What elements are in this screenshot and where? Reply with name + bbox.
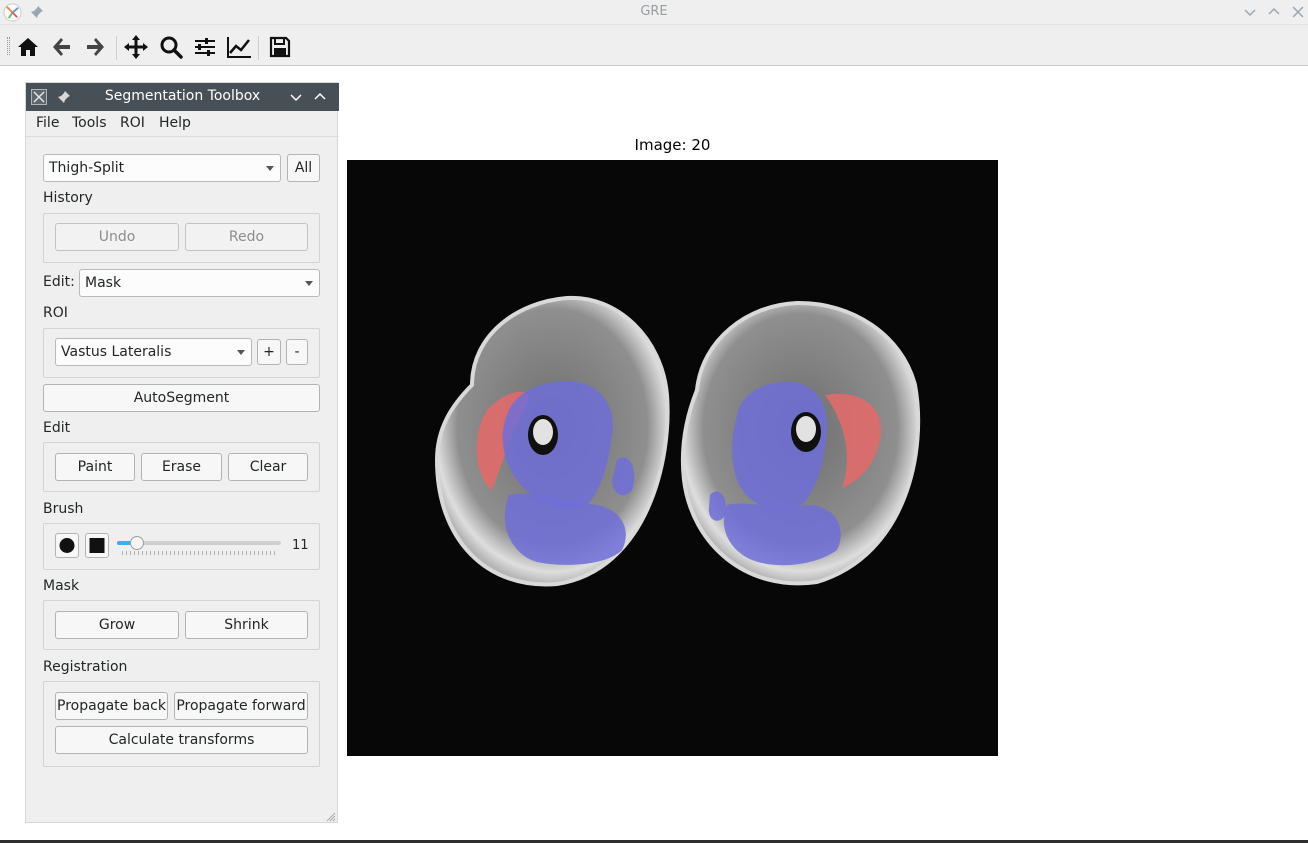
close-icon[interactable] bbox=[1290, 4, 1306, 20]
navigation-toolbar bbox=[0, 25, 1308, 66]
forward-icon[interactable] bbox=[82, 34, 108, 60]
shrink-button[interactable]: Shrink bbox=[185, 611, 308, 639]
brush-label: Brush bbox=[43, 501, 84, 517]
chevron-down-icon bbox=[237, 350, 245, 355]
window-titlebar: GRE bbox=[0, 0, 1308, 25]
chevron-down-icon bbox=[266, 166, 274, 171]
chevron-down-icon bbox=[305, 281, 313, 286]
brush-size-slider-handle[interactable] bbox=[130, 536, 144, 550]
brush-size-slider-ticks bbox=[122, 551, 278, 555]
menu-help[interactable]: Help bbox=[159, 115, 191, 131]
erase-button[interactable]: Erase bbox=[141, 453, 222, 481]
mask-label: Mask bbox=[43, 578, 80, 594]
menu-tools[interactable]: Tools bbox=[72, 115, 107, 131]
dock-header[interactable]: Segmentation Toolbox bbox=[26, 83, 339, 111]
edit-mode-value: Mask bbox=[85, 275, 122, 291]
menu-file[interactable]: File bbox=[36, 115, 59, 131]
brush-size-value: 11 bbox=[292, 538, 309, 553]
class-select-value: Thigh-Split bbox=[49, 160, 125, 176]
round-brush-button[interactable] bbox=[55, 533, 79, 558]
circle-brush-icon bbox=[59, 538, 75, 553]
menu-roi[interactable]: ROI bbox=[120, 115, 145, 131]
add-roi-button[interactable]: + bbox=[257, 339, 281, 365]
mri-image-canvas[interactable] bbox=[347, 160, 998, 756]
minimize-icon[interactable] bbox=[1242, 4, 1258, 20]
zoom-icon[interactable] bbox=[158, 34, 184, 60]
history-label: History bbox=[43, 190, 93, 206]
right-thigh-section bbox=[680, 300, 921, 586]
toolbar-separator bbox=[258, 36, 259, 60]
roi-select[interactable]: Vastus Lateralis bbox=[55, 338, 252, 366]
roi-label: ROI bbox=[43, 305, 68, 321]
square-brush-icon bbox=[89, 538, 105, 553]
dock-collapse-icon[interactable] bbox=[288, 89, 304, 105]
window-title: GRE bbox=[640, 4, 668, 19]
edit-mode-label: Edit: bbox=[43, 274, 75, 290]
paint-button[interactable]: Paint bbox=[55, 453, 135, 481]
clear-button[interactable]: Clear bbox=[228, 453, 308, 481]
square-brush-button[interactable] bbox=[85, 533, 109, 558]
all-button[interactable]: All bbox=[287, 154, 320, 182]
propagate-forward-button[interactable]: Propagate forward bbox=[174, 692, 308, 720]
resize-grip-icon[interactable] bbox=[326, 812, 336, 822]
save-icon[interactable] bbox=[267, 34, 293, 60]
back-icon[interactable] bbox=[49, 34, 75, 60]
toolbar-grip[interactable] bbox=[7, 37, 10, 55]
propagate-back-button[interactable]: Propagate back bbox=[55, 692, 168, 720]
segmentation-toolbox-dock: Segmentation Toolbox File Tools ROI Help… bbox=[25, 82, 339, 823]
home-icon[interactable] bbox=[15, 34, 41, 60]
maximize-icon[interactable] bbox=[1266, 4, 1282, 20]
subplots-icon[interactable] bbox=[192, 34, 218, 60]
toolbar-separator bbox=[116, 36, 117, 60]
remove-roi-button[interactable]: - bbox=[286, 339, 308, 365]
figure-title: Image: 20 bbox=[634, 136, 711, 154]
calculate-transforms-button[interactable]: Calculate transforms bbox=[55, 726, 308, 754]
autosegment-button[interactable]: AutoSegment bbox=[43, 384, 320, 412]
undo-button[interactable]: Undo bbox=[55, 223, 179, 251]
class-select[interactable]: Thigh-Split bbox=[43, 154, 281, 182]
roi-select-value: Vastus Lateralis bbox=[61, 344, 172, 360]
registration-label: Registration bbox=[43, 659, 128, 675]
left-thigh-section bbox=[434, 295, 670, 587]
edit-mode-select[interactable]: Mask bbox=[79, 269, 320, 297]
edit-axis-icon[interactable] bbox=[226, 34, 252, 60]
edit-tools-label: Edit bbox=[43, 420, 71, 436]
grow-button[interactable]: Grow bbox=[55, 611, 179, 639]
redo-button[interactable]: Redo bbox=[185, 223, 308, 251]
dock-float-icon[interactable] bbox=[312, 89, 328, 105]
dock-menubar: File Tools ROI Help bbox=[26, 111, 339, 137]
mri-thigh-image bbox=[434, 295, 921, 587]
pan-icon[interactable] bbox=[123, 34, 149, 60]
